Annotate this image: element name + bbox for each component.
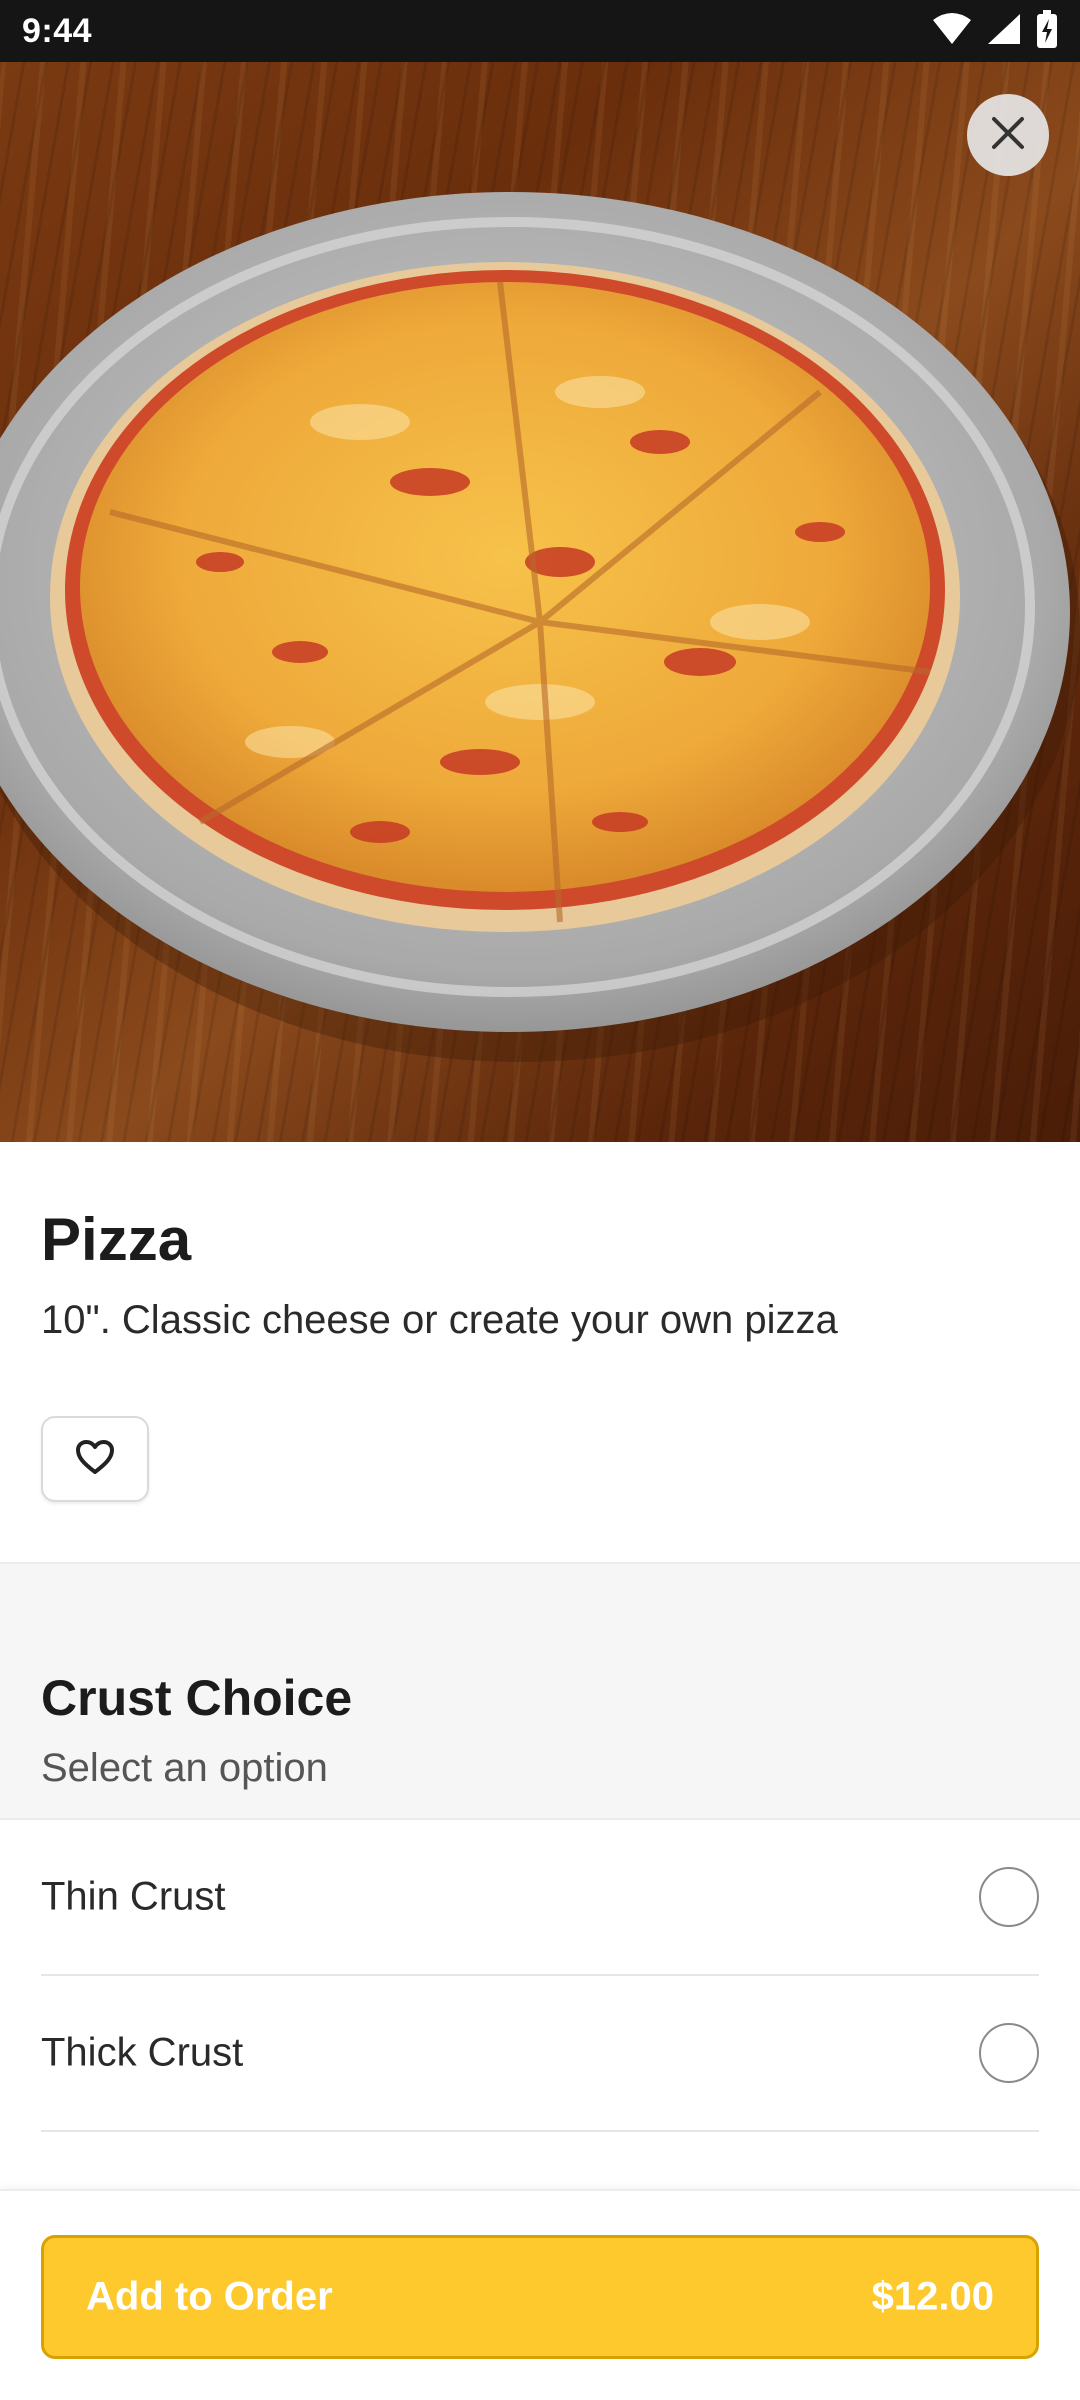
option-label: Thick Crust (41, 2030, 244, 2075)
close-button[interactable] (967, 94, 1049, 176)
radio-button[interactable] (979, 1867, 1039, 1927)
item-description: 10". Classic cheese or create your own p… (41, 1298, 838, 1342)
close-icon (990, 115, 1026, 156)
bottom-bar: Add to Order $12.00 (0, 2189, 1080, 2400)
add-to-order-label: Add to Order (86, 2274, 333, 2319)
item-title: Pizza (41, 1206, 192, 1273)
crust-choice-header: Crust Choice Select an option (0, 1562, 1080, 1820)
status-icons (932, 9, 1058, 53)
section-subtitle: Select an option (41, 1746, 328, 1790)
wifi-icon (932, 12, 972, 51)
favorite-button[interactable] (41, 1416, 149, 1502)
section-title: Crust Choice (41, 1670, 353, 1726)
pizza-photo (0, 62, 1080, 1142)
option-thin-crust[interactable]: Thin Crust (41, 1820, 1039, 1976)
status-time: 9:44 (22, 12, 93, 50)
pizza-illustration (0, 192, 1080, 1062)
battery-icon (1036, 9, 1058, 53)
signal-icon (986, 12, 1022, 51)
option-thick-crust[interactable]: Thick Crust (41, 1976, 1039, 2132)
option-label: Thin Crust (41, 1874, 226, 1919)
radio-button[interactable] (979, 2023, 1039, 2083)
order-price: $12.00 (871, 2274, 994, 2319)
heart-icon (75, 1439, 115, 1480)
add-to-order-button[interactable]: Add to Order $12.00 (41, 2235, 1039, 2359)
status-bar: 9:44 (0, 0, 1080, 62)
